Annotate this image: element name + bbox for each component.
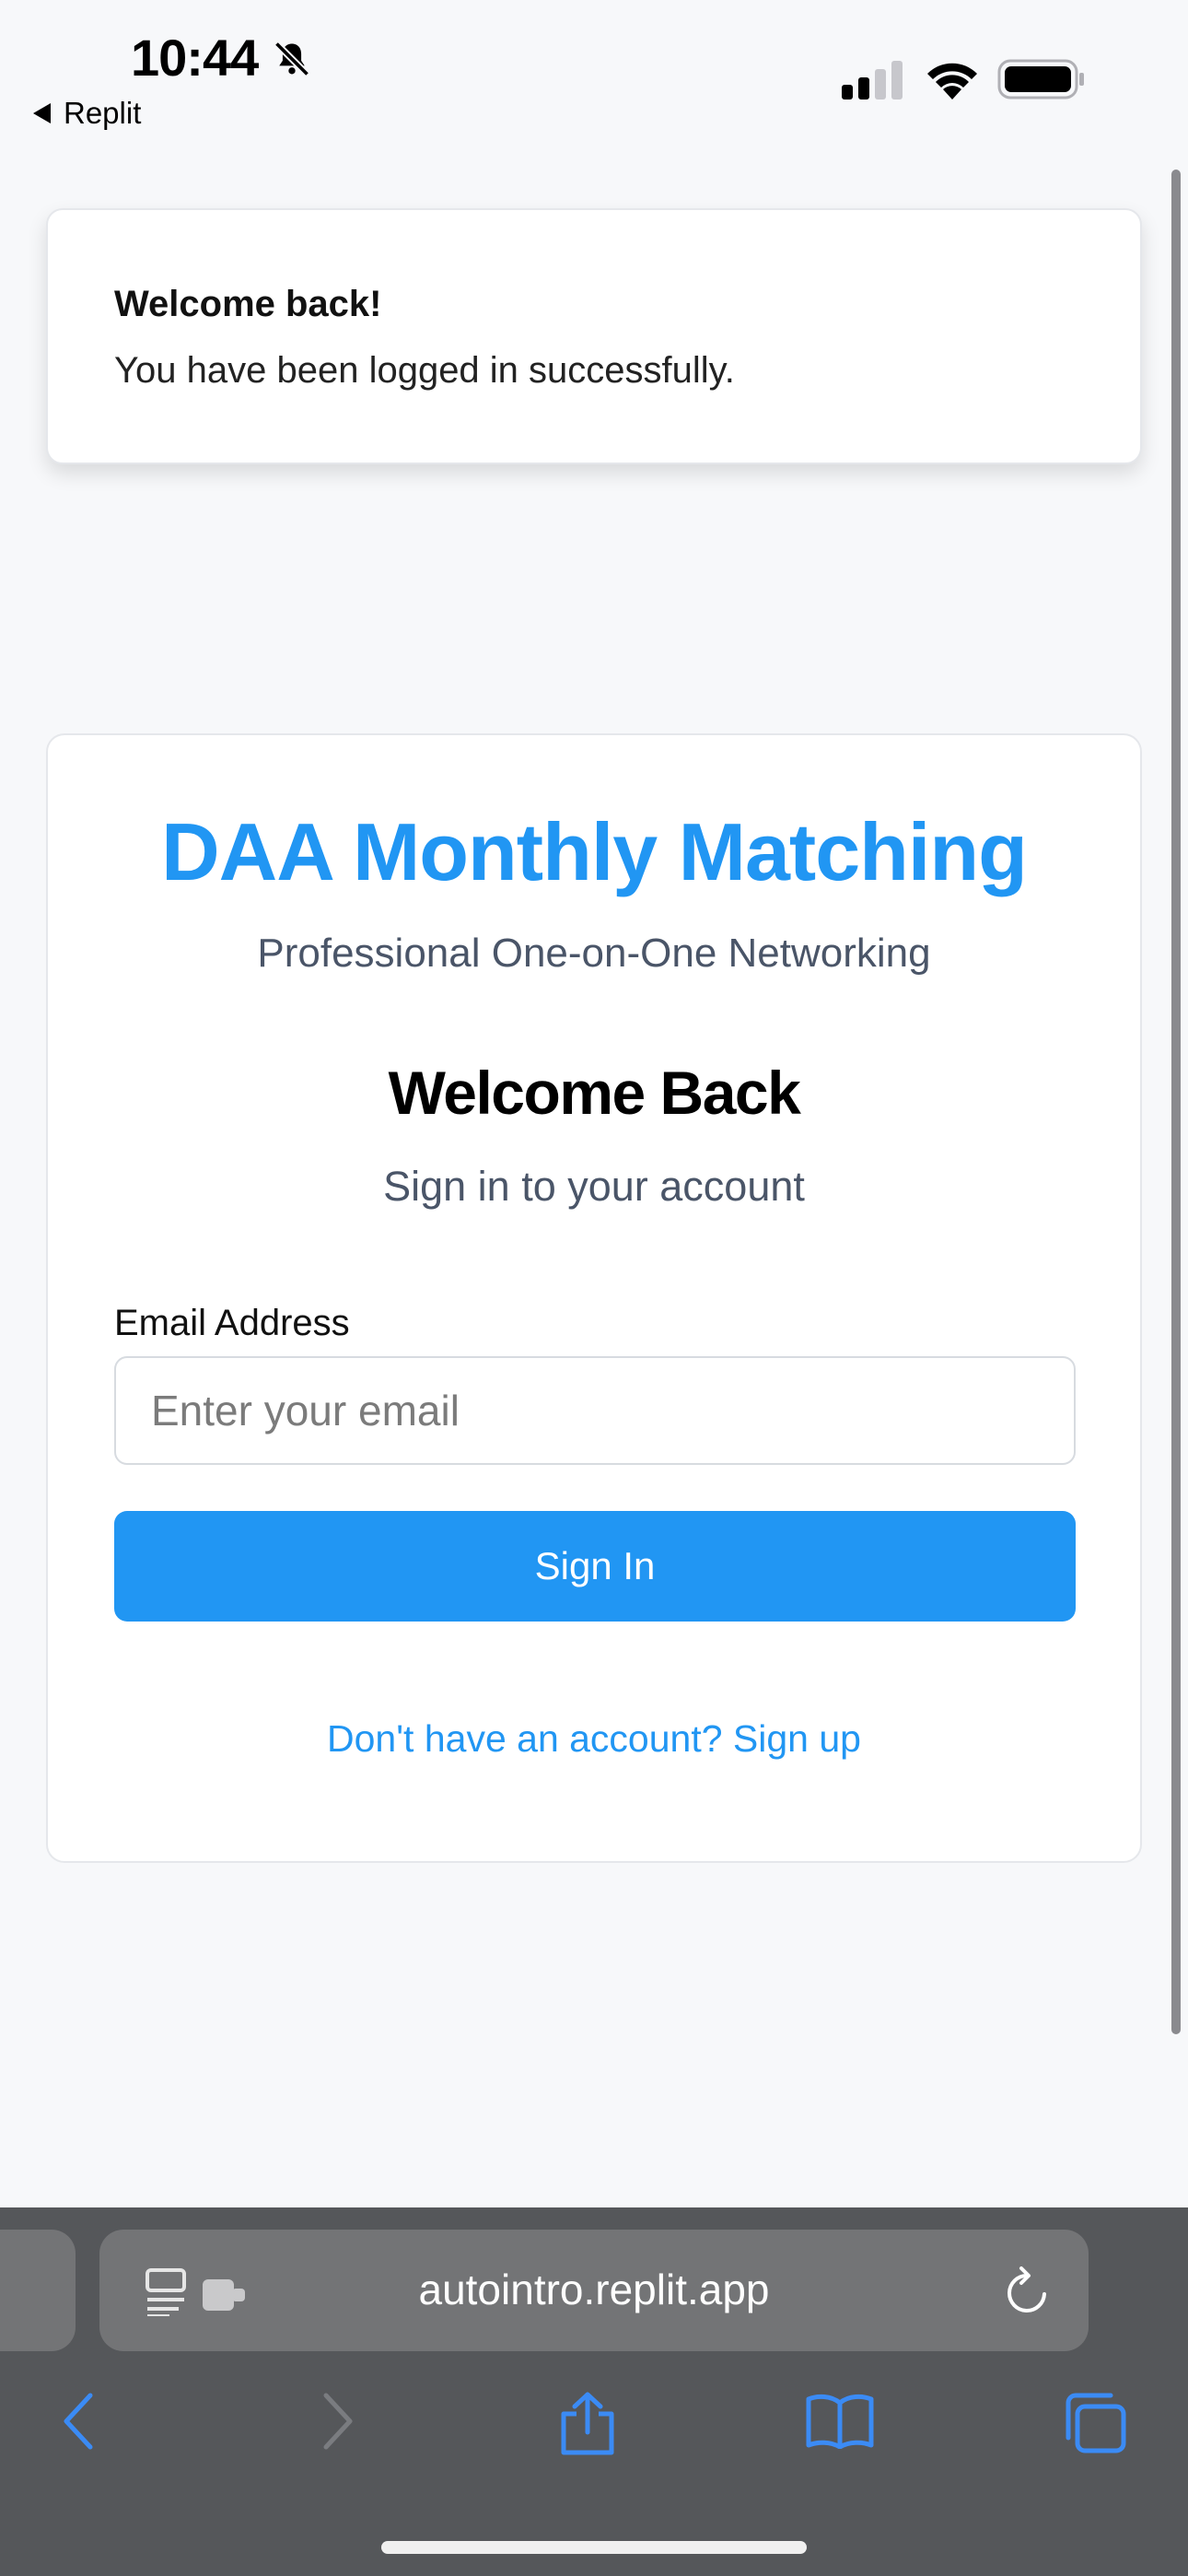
forward-icon[interactable] <box>319 2392 355 2451</box>
previous-tab-preview[interactable] <box>0 2230 76 2351</box>
status-time: 10:44 <box>131 29 259 87</box>
toast-title: Welcome back! <box>114 284 382 324</box>
email-input[interactable] <box>114 1356 1076 1465</box>
share-icon[interactable] <box>558 2392 617 2456</box>
page-scrollbar[interactable] <box>1171 170 1181 2034</box>
url-text: autointro.replit.app <box>418 2266 770 2313</box>
form-subtitle: Sign in to your account <box>383 1163 805 1210</box>
back-icon[interactable] <box>61 2392 98 2451</box>
wifi-icon <box>927 63 977 100</box>
sign-up-link[interactable]: Don't have an account? Sign up <box>48 1717 1140 1761</box>
cellular-signal-icon <box>842 61 903 100</box>
back-app-label: Replit <box>64 96 142 130</box>
app-title: DAA Monthly Matching <box>161 806 1028 897</box>
bell-slash-icon <box>274 41 310 77</box>
app-subtitle: Professional One-on-One Networking <box>257 931 931 976</box>
toast-description: You have been logged in successfully. <box>114 350 735 391</box>
bookmarks-icon[interactable] <box>805 2392 875 2449</box>
address-bar[interactable]: autointro.replit.app <box>99 2230 1089 2351</box>
reload-icon[interactable] <box>1004 2266 1050 2318</box>
back-triangle-icon <box>33 103 51 123</box>
battery-icon <box>997 59 1084 100</box>
home-indicator[interactable] <box>381 2541 807 2554</box>
form-title: Welcome Back <box>388 1059 801 1127</box>
back-to-app-link[interactable]: Replit <box>33 96 141 131</box>
login-card: DAA Monthly Matching Professional One-on… <box>46 733 1142 1863</box>
tabs-icon[interactable] <box>1061 2392 1127 2454</box>
success-toast: Welcome back! You have been logged in su… <box>46 208 1142 464</box>
sign-in-button[interactable]: Sign In <box>114 1511 1076 1622</box>
email-label: Email Address <box>114 1303 350 1343</box>
